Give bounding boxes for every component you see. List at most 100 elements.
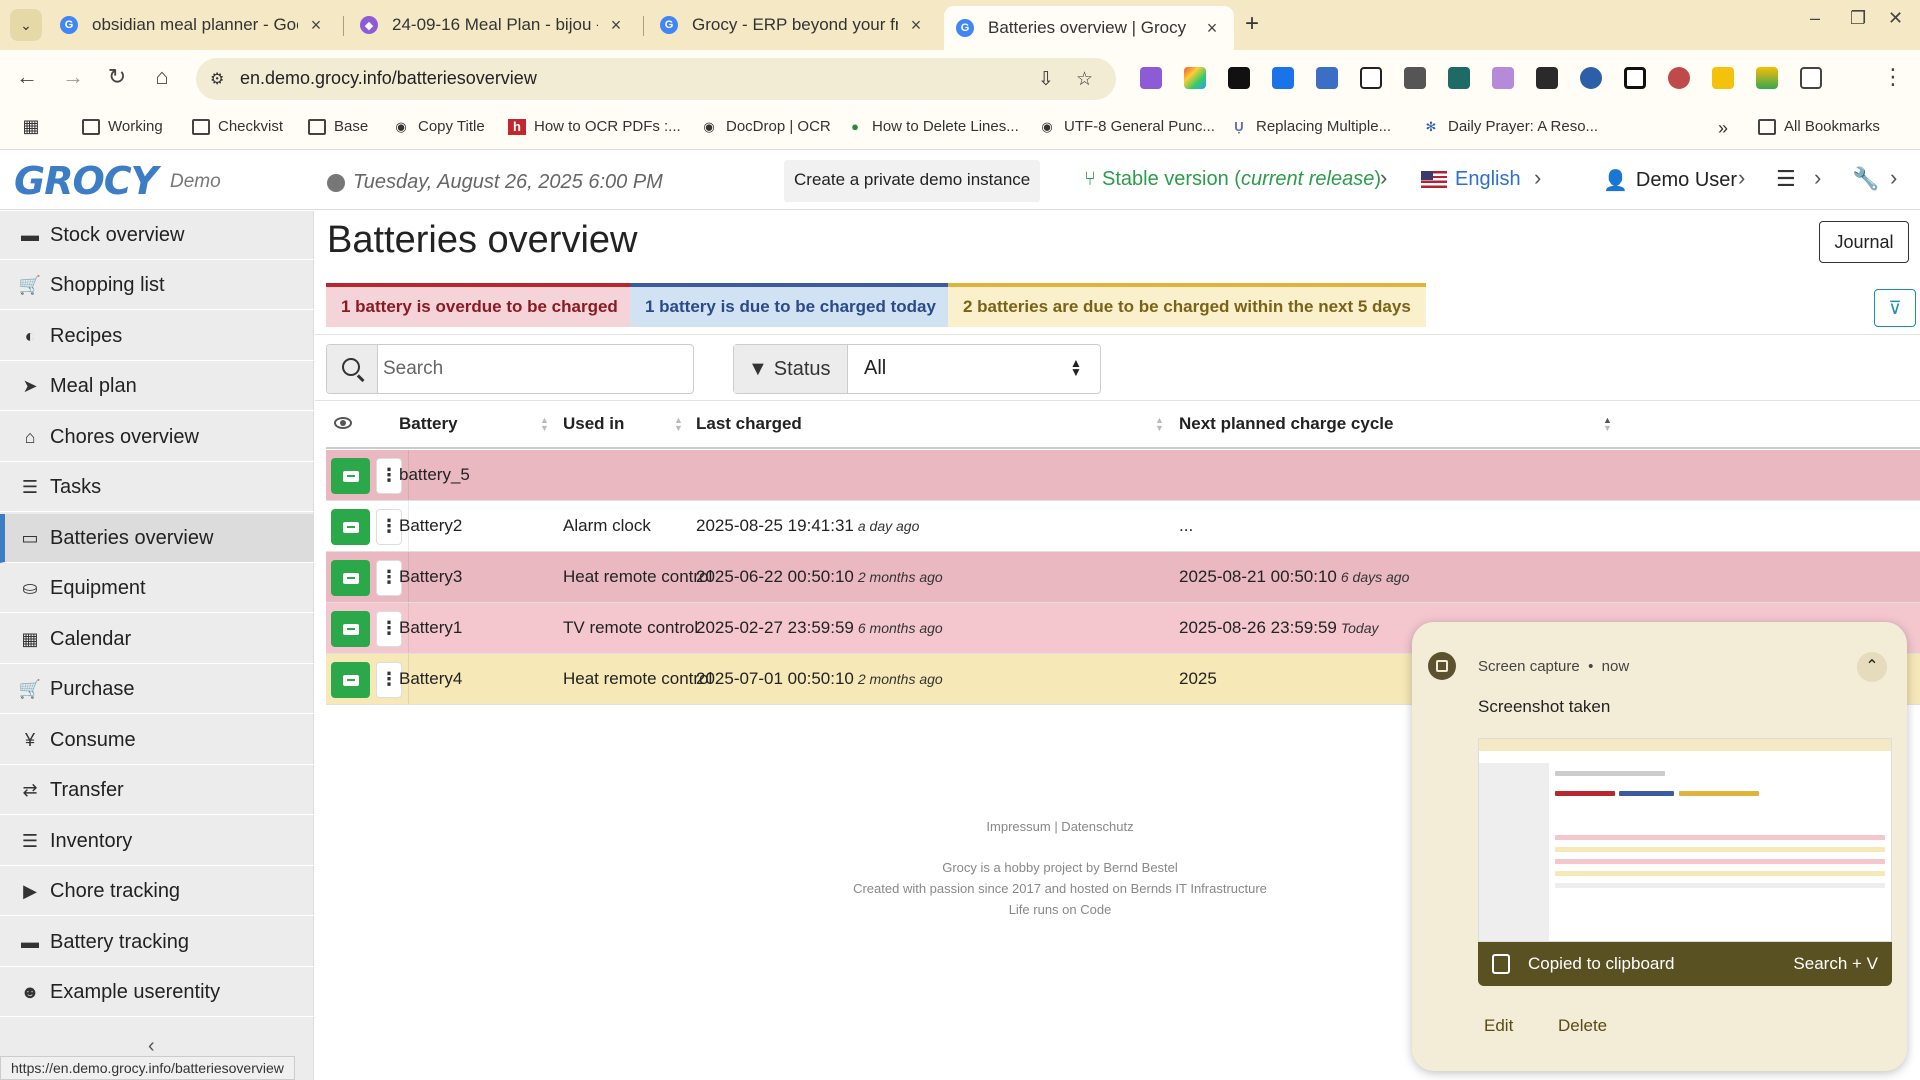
sidebar-item-chores-overview[interactable]: ⌂ Chores overview — [0, 413, 314, 462]
extension-clipboard-icon[interactable] — [1360, 67, 1382, 89]
new-tab-plus-icon[interactable]: + — [1245, 10, 1259, 38]
chevron-right-icon[interactable]: › — [1380, 165, 1387, 191]
extension-image-icon[interactable] — [1756, 67, 1778, 89]
apps-grid-icon[interactable]: ▦ — [22, 116, 48, 136]
bookmark-docdrop[interactable]: ◉ DocDrop | OCR — [700, 118, 830, 135]
chevron-right-icon[interactable]: › — [1534, 165, 1541, 191]
extension-z-icon[interactable] — [1404, 67, 1426, 89]
extension-note-icon[interactable] — [1712, 67, 1734, 89]
sidebar-item-stock-overview[interactable]: ▬ Stock overview — [0, 211, 314, 260]
overdue-filter-banner[interactable]: 1 battery is overdue to be charged — [326, 283, 633, 327]
bookmark-ocr-pdfs[interactable]: h How to OCR PDFs :... — [508, 118, 681, 135]
bookmark-working[interactable]: Working — [82, 118, 163, 135]
url-text[interactable]: en.demo.grocy.info/batteriesoverview — [240, 68, 537, 89]
close-window-icon[interactable]: ✕ — [1888, 8, 1903, 29]
extension-mic-icon[interactable] — [1668, 67, 1690, 89]
sort-icon[interactable]: ▲ ▼ — [674, 416, 683, 433]
sort-icon[interactable]: ▲ ▼ — [1155, 416, 1164, 433]
language-selector[interactable]: English — [1421, 168, 1521, 191]
browser-tab-3[interactable]: G Grocy - ERP beyond your fridge × — [648, 6, 938, 44]
settings-sliders-icon[interactable]: ☰ — [1776, 166, 1796, 192]
sidebar-item-calendar[interactable]: ▦ Calendar — [0, 615, 314, 664]
close-tab-icon[interactable]: × — [906, 15, 926, 36]
status-select[interactable]: All — [864, 357, 886, 380]
sidebar-item-battery-tracking[interactable]: ▬ Battery tracking — [0, 918, 314, 967]
sidebar-item-chore-tracking[interactable]: ▶ Chore tracking — [0, 867, 314, 916]
extensions-puzzle-icon[interactable] — [1800, 67, 1822, 89]
forward-arrow-icon[interactable]: → — [58, 64, 88, 90]
browser-tab-active[interactable]: G Batteries overview | Grocy × — [944, 6, 1234, 50]
track-charge-button[interactable] — [331, 662, 370, 698]
chevron-right-icon[interactable]: › — [1890, 165, 1897, 191]
address-bar[interactable]: ⚙ en.demo.grocy.info/batteriesoverview ⇩… — [196, 58, 1116, 100]
screenshot-thumbnail[interactable] — [1478, 738, 1892, 942]
sidebar-item-meal-plan[interactable]: ➤ Meal plan — [0, 362, 314, 411]
extension-j-icon[interactable] — [1272, 67, 1294, 89]
back-arrow-icon[interactable]: ← — [12, 64, 42, 90]
grocy-logo[interactable]: GROCY — [14, 159, 158, 203]
extension-list-icon[interactable] — [1316, 67, 1338, 89]
bookmark-copy-title[interactable]: ◉ Copy Title — [392, 118, 484, 135]
delete-screenshot-button[interactable]: Delete — [1558, 1016, 1607, 1036]
bookmark-base[interactable]: Base — [308, 118, 368, 135]
close-tab-icon[interactable]: × — [1202, 18, 1222, 39]
bookmark-checkvist[interactable]: Checkvist — [192, 118, 283, 135]
track-charge-button[interactable] — [331, 458, 370, 494]
sidebar-item-tasks[interactable]: ☰ Tasks — [0, 463, 314, 512]
extension-star-icon[interactable] — [1580, 67, 1602, 89]
sidebar-item-consume[interactable]: ¥ Consume — [0, 716, 314, 765]
column-header-used-in[interactable]: Used in — [563, 414, 624, 434]
sidebar-item-batteries-overview[interactable]: ▭ Batteries overview — [0, 514, 314, 563]
tab-search-button[interactable]: ⌄ — [10, 9, 42, 41]
close-tab-icon[interactable]: × — [306, 15, 326, 36]
sidebar-collapse-chevron-icon[interactable]: ‹ — [148, 1035, 155, 1058]
user-menu[interactable]: 👤 Demo User — [1603, 168, 1737, 193]
bookmark-delete-lines[interactable]: ● How to Delete Lines... — [846, 118, 1019, 135]
due-today-filter-banner[interactable]: 1 battery is due to be charged today — [630, 283, 951, 327]
column-header-next-charge[interactable]: Next planned charge cycle — [1179, 414, 1393, 434]
reload-icon[interactable]: ↻ — [102, 64, 132, 90]
browser-tab-2[interactable]: ◆ 24-09-16 Meal Plan - bijou - Obs × — [348, 6, 638, 44]
extension-camera-icon[interactable] — [1448, 67, 1470, 89]
column-header-battery[interactable]: Battery — [399, 414, 458, 434]
sidebar-item-recipes[interactable]: ◐ Recipes — [0, 312, 314, 361]
extension-color-icon[interactable] — [1184, 67, 1206, 89]
search-input[interactable] — [383, 347, 683, 391]
sidebar-item-example-userentity[interactable]: ☻ Example userentity — [0, 968, 314, 1017]
filter-toggle-icon[interactable]: ⊽ — [1874, 289, 1916, 327]
chevron-up-icon[interactable]: ⌃ — [1857, 652, 1887, 682]
extension-window-icon[interactable] — [1624, 67, 1646, 89]
column-header-last-charged[interactable]: Last charged — [696, 414, 802, 434]
sort-icon[interactable]: ▲ ▼ — [540, 416, 549, 433]
edit-screenshot-button[interactable]: Edit — [1484, 1016, 1513, 1036]
extension-puzzle-icon[interactable] — [1492, 67, 1514, 89]
extension-markdown-icon[interactable] — [1228, 67, 1250, 89]
sidebar-item-transfer[interactable]: ⇄ Transfer — [0, 766, 314, 815]
extension-a-icon[interactable] — [1536, 67, 1558, 89]
wrench-icon[interactable]: 🔧 — [1852, 166, 1879, 192]
extension-obsidian-icon[interactable] — [1140, 67, 1162, 89]
bookmark-utf8[interactable]: ◉ UTF-8 General Punc... — [1038, 118, 1215, 135]
track-charge-button[interactable] — [331, 611, 370, 647]
home-icon[interactable]: ⌂ — [147, 64, 177, 90]
due-soon-filter-banner[interactable]: 2 batteries are due to be charged within… — [948, 283, 1426, 327]
create-demo-instance-button[interactable]: Create a private demo instance — [784, 160, 1041, 202]
chevron-right-icon[interactable]: › — [1814, 165, 1821, 191]
sidebar-item-equipment[interactable]: ⛀ Equipment — [0, 564, 314, 613]
browser-tab-1[interactable]: G obsidian meal planner - Google × — [48, 6, 338, 44]
bookmark-replacing[interactable]: Ụ Replacing Multiple... — [1230, 118, 1391, 135]
close-tab-icon[interactable]: × — [606, 15, 626, 36]
sidebar-item-shopping-list[interactable]: 🛒 Shopping list — [0, 261, 314, 310]
bookmark-star-icon[interactable]: ☆ — [1076, 68, 1093, 91]
restore-icon[interactable]: ❐ — [1850, 8, 1866, 29]
copied-to-clipboard-bar[interactable]: Copied to clipboard Search + V — [1478, 942, 1892, 986]
sidebar-item-inventory[interactable]: ☰ Inventory — [0, 817, 314, 866]
install-app-icon[interactable]: ⇩ — [1038, 68, 1054, 91]
browser-menu-icon[interactable]: ⋮ — [1878, 64, 1908, 90]
minimize-icon[interactable]: – — [1810, 8, 1820, 29]
track-charge-button[interactable] — [331, 509, 370, 545]
chevron-right-icon[interactable]: › — [1738, 165, 1745, 191]
track-charge-button[interactable] — [331, 560, 370, 596]
all-bookmarks-folder[interactable]: All Bookmarks — [1758, 118, 1880, 135]
version-info-link[interactable]: ⑂ Stable version (current release) — [1084, 168, 1381, 191]
